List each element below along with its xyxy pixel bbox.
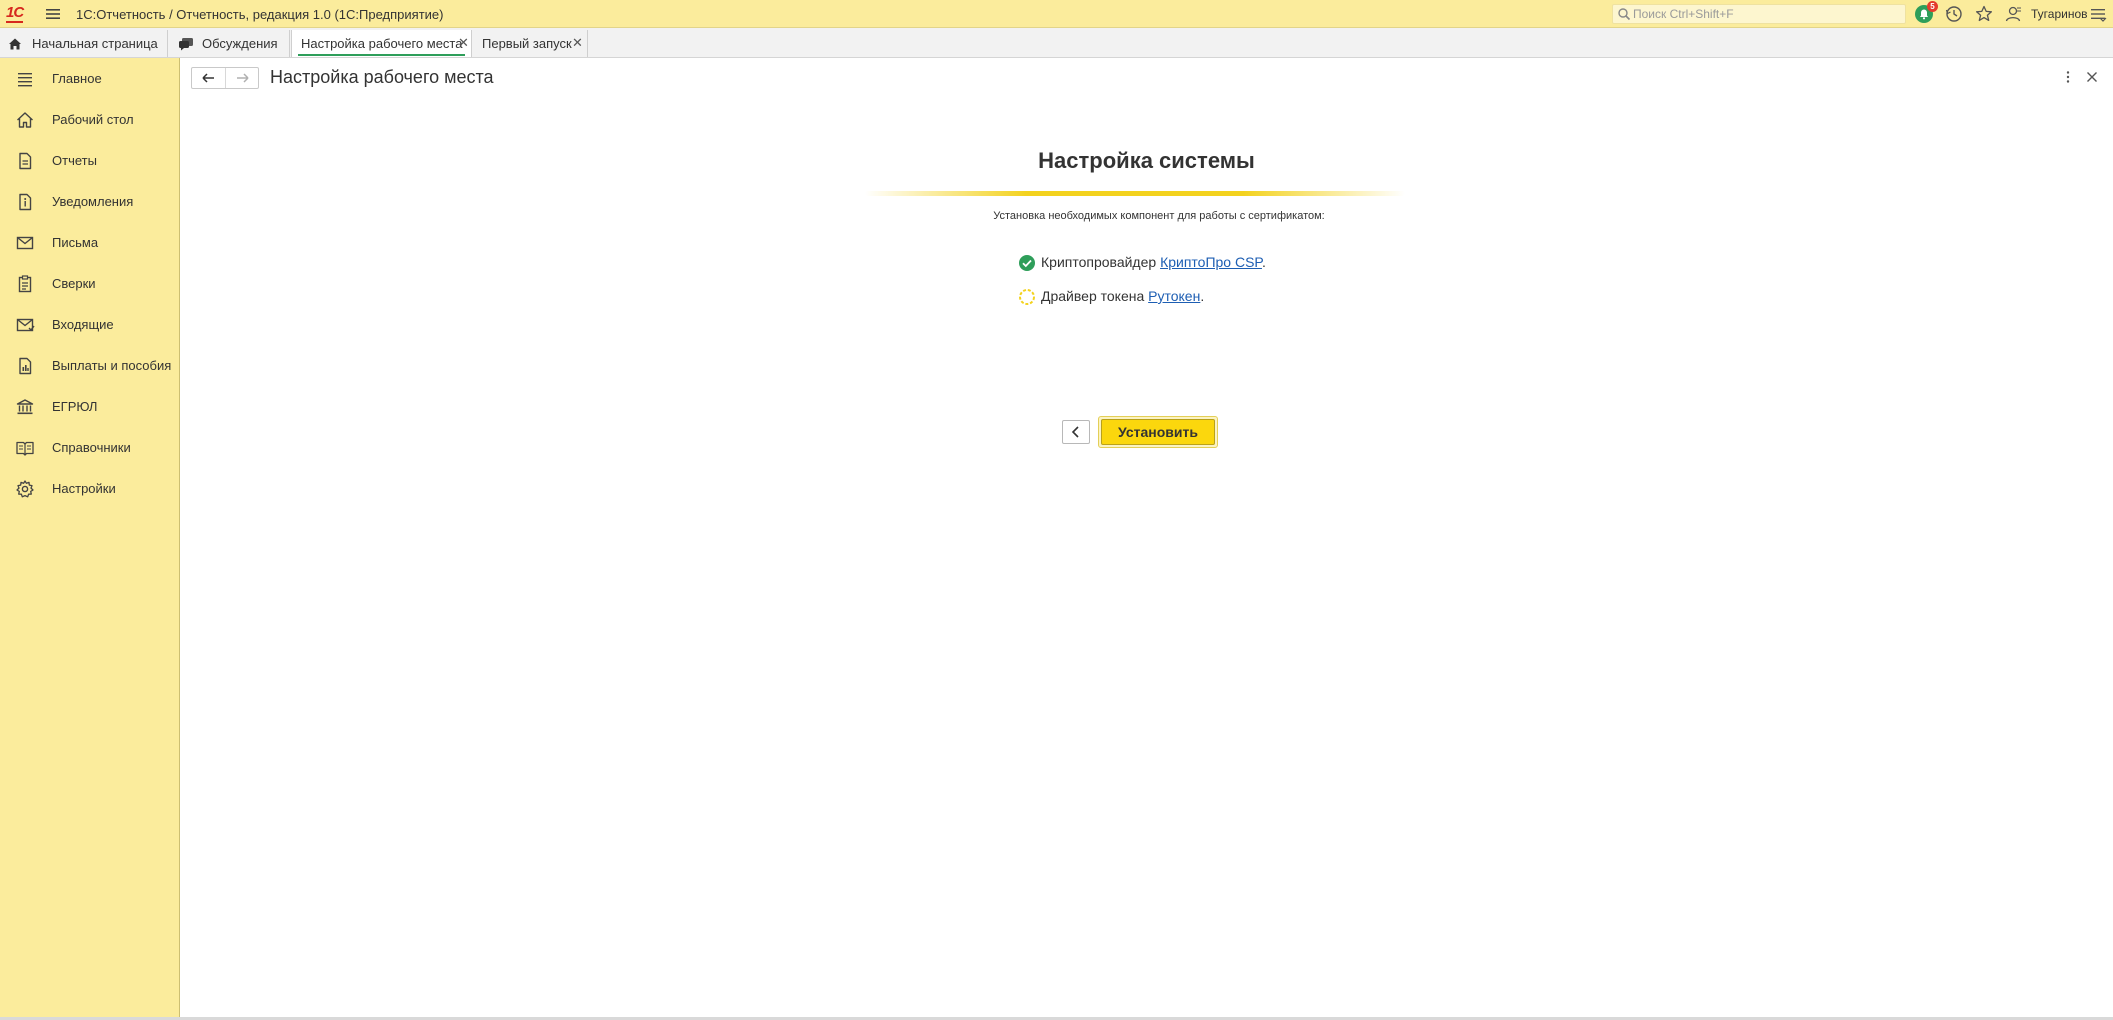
install-button-label: Установить	[1101, 419, 1215, 445]
arrow-left-icon	[202, 73, 214, 83]
setup-subtitle: Установка необходимых компонент для рабо…	[993, 210, 1325, 222]
sidebar-item-letters[interactable]: Письма	[0, 224, 179, 260]
arrow-right-icon	[237, 73, 249, 83]
forward-arrow-button[interactable]	[226, 68, 259, 88]
tab-bar: Начальная страница Обсуждения Настройка …	[0, 28, 2113, 58]
tab-label: Обсуждения	[202, 36, 278, 51]
tab-label: Первый запуск	[482, 36, 572, 51]
sidebar-item-egrul[interactable]: ЕГРЮЛ	[0, 388, 179, 424]
sidebar-item-label: ЕГРЮЛ	[52, 399, 98, 414]
check-circle-icon	[1019, 255, 1035, 271]
settings-menu-icon[interactable]	[2088, 4, 2108, 24]
history-icon[interactable]	[1944, 4, 1964, 24]
chart-document-icon	[19, 357, 32, 375]
sidebar-item-label: Отчеты	[52, 153, 97, 168]
favorites-star-icon[interactable]	[1974, 4, 1994, 24]
sidebar-item-label: Письма	[52, 235, 99, 250]
notifications-button[interactable]: 5	[1914, 1, 1938, 24]
envelope-icon	[16, 236, 34, 250]
book-icon	[16, 441, 34, 456]
sidebar-item-desktop[interactable]: Рабочий стол	[0, 101, 179, 137]
component-prefix: Драйвер токена	[1041, 288, 1149, 304]
sidebar-item-label: Уведомления	[52, 194, 134, 209]
title-bar: 1С 1С:Отчетность / Отчетность, редакция …	[0, 0, 2113, 28]
back-arrow-button[interactable]	[192, 68, 225, 88]
tab-label: Начальная страница	[32, 36, 158, 51]
sidebar-item-label: Справочники	[52, 440, 131, 455]
gear-icon	[16, 480, 34, 498]
notifications-count: 5	[1927, 1, 1938, 12]
sidebar: Главное Рабочий стол Отчеты Уведомления …	[0, 58, 180, 1018]
sidebar-item-payments[interactable]: Выплаты и пособия	[0, 347, 179, 383]
tab-home-page[interactable]: Начальная страница	[0, 30, 168, 57]
home-icon	[17, 112, 33, 128]
sidebar-item-reconciliations[interactable]: Сверки	[0, 265, 179, 301]
page-title: Настройка рабочего места	[270, 67, 494, 87]
discussions-icon	[179, 38, 193, 51]
app-title: 1С:Отчетность / Отчетность, редакция 1.0…	[76, 7, 444, 22]
loading-spinner-icon	[1019, 289, 1035, 305]
tab-label: Настройка рабочего места	[301, 36, 463, 51]
clipboard-icon	[18, 275, 32, 293]
global-search[interactable]	[1612, 4, 1906, 24]
tab-first-launch[interactable]: Первый запуск ✕	[473, 30, 588, 57]
user-icon[interactable]	[2004, 4, 2024, 24]
tab-workplace-setup[interactable]: Настройка рабочего места ✕	[291, 30, 472, 57]
sidebar-item-label: Выплаты и пособия	[52, 358, 172, 373]
close-icon[interactable]	[2084, 69, 2100, 85]
search-icon	[1618, 8, 1631, 21]
tab-discussions[interactable]: Обсуждения	[168, 30, 290, 57]
sidebar-item-label: Главное	[52, 71, 102, 86]
sidebar-item-reference-books[interactable]: Справочники	[0, 429, 179, 465]
component-suffix: .	[1200, 288, 1205, 304]
home-icon	[9, 38, 21, 50]
title-underline	[865, 191, 1405, 196]
inbox-envelope-icon	[16, 318, 35, 332]
install-button[interactable]: Установить	[1098, 416, 1218, 448]
rutoken-link[interactable]: Рутокен	[1148, 288, 1200, 304]
component-prefix: Криптопровайдер	[1041, 254, 1161, 270]
tab-close-icon[interactable]: ✕	[572, 35, 583, 51]
component-suffix: .	[1261, 254, 1266, 270]
info-document-icon	[19, 193, 32, 211]
sidebar-item-label: Рабочий стол	[52, 112, 134, 127]
tab-close-icon[interactable]: ✕	[458, 35, 469, 51]
main-content: Настройка рабочего места Настройка систе…	[180, 58, 2113, 1017]
setup-title: Настройка системы	[1038, 148, 1255, 173]
bank-icon	[16, 399, 34, 415]
sidebar-item-main[interactable]: Главное	[0, 60, 179, 96]
main-menu-icon[interactable]	[44, 6, 62, 22]
sidebar-item-label: Настройки	[52, 481, 116, 496]
cryptopro-link[interactable]: КриптоПро CSP	[1160, 254, 1262, 270]
menu-lines-icon	[18, 73, 32, 87]
back-button[interactable]	[1062, 420, 1090, 444]
document-icon	[19, 152, 32, 170]
user-name[interactable]: Тугаринов	[2031, 7, 2088, 21]
sidebar-item-incoming[interactable]: Входящие	[0, 306, 179, 342]
search-input[interactable]	[1633, 6, 1901, 22]
more-actions-icon[interactable]	[2060, 69, 2076, 85]
app-logo[interactable]: 1С	[6, 4, 34, 24]
sidebar-item-label: Входящие	[52, 317, 114, 332]
sidebar-item-settings[interactable]: Настройки	[0, 470, 179, 506]
sidebar-item-reports[interactable]: Отчеты	[0, 142, 179, 178]
sidebar-item-notifications[interactable]: Уведомления	[0, 183, 179, 219]
chevron-left-icon	[1071, 426, 1079, 438]
history-navigation	[191, 67, 259, 89]
sidebar-item-label: Сверки	[52, 276, 96, 291]
